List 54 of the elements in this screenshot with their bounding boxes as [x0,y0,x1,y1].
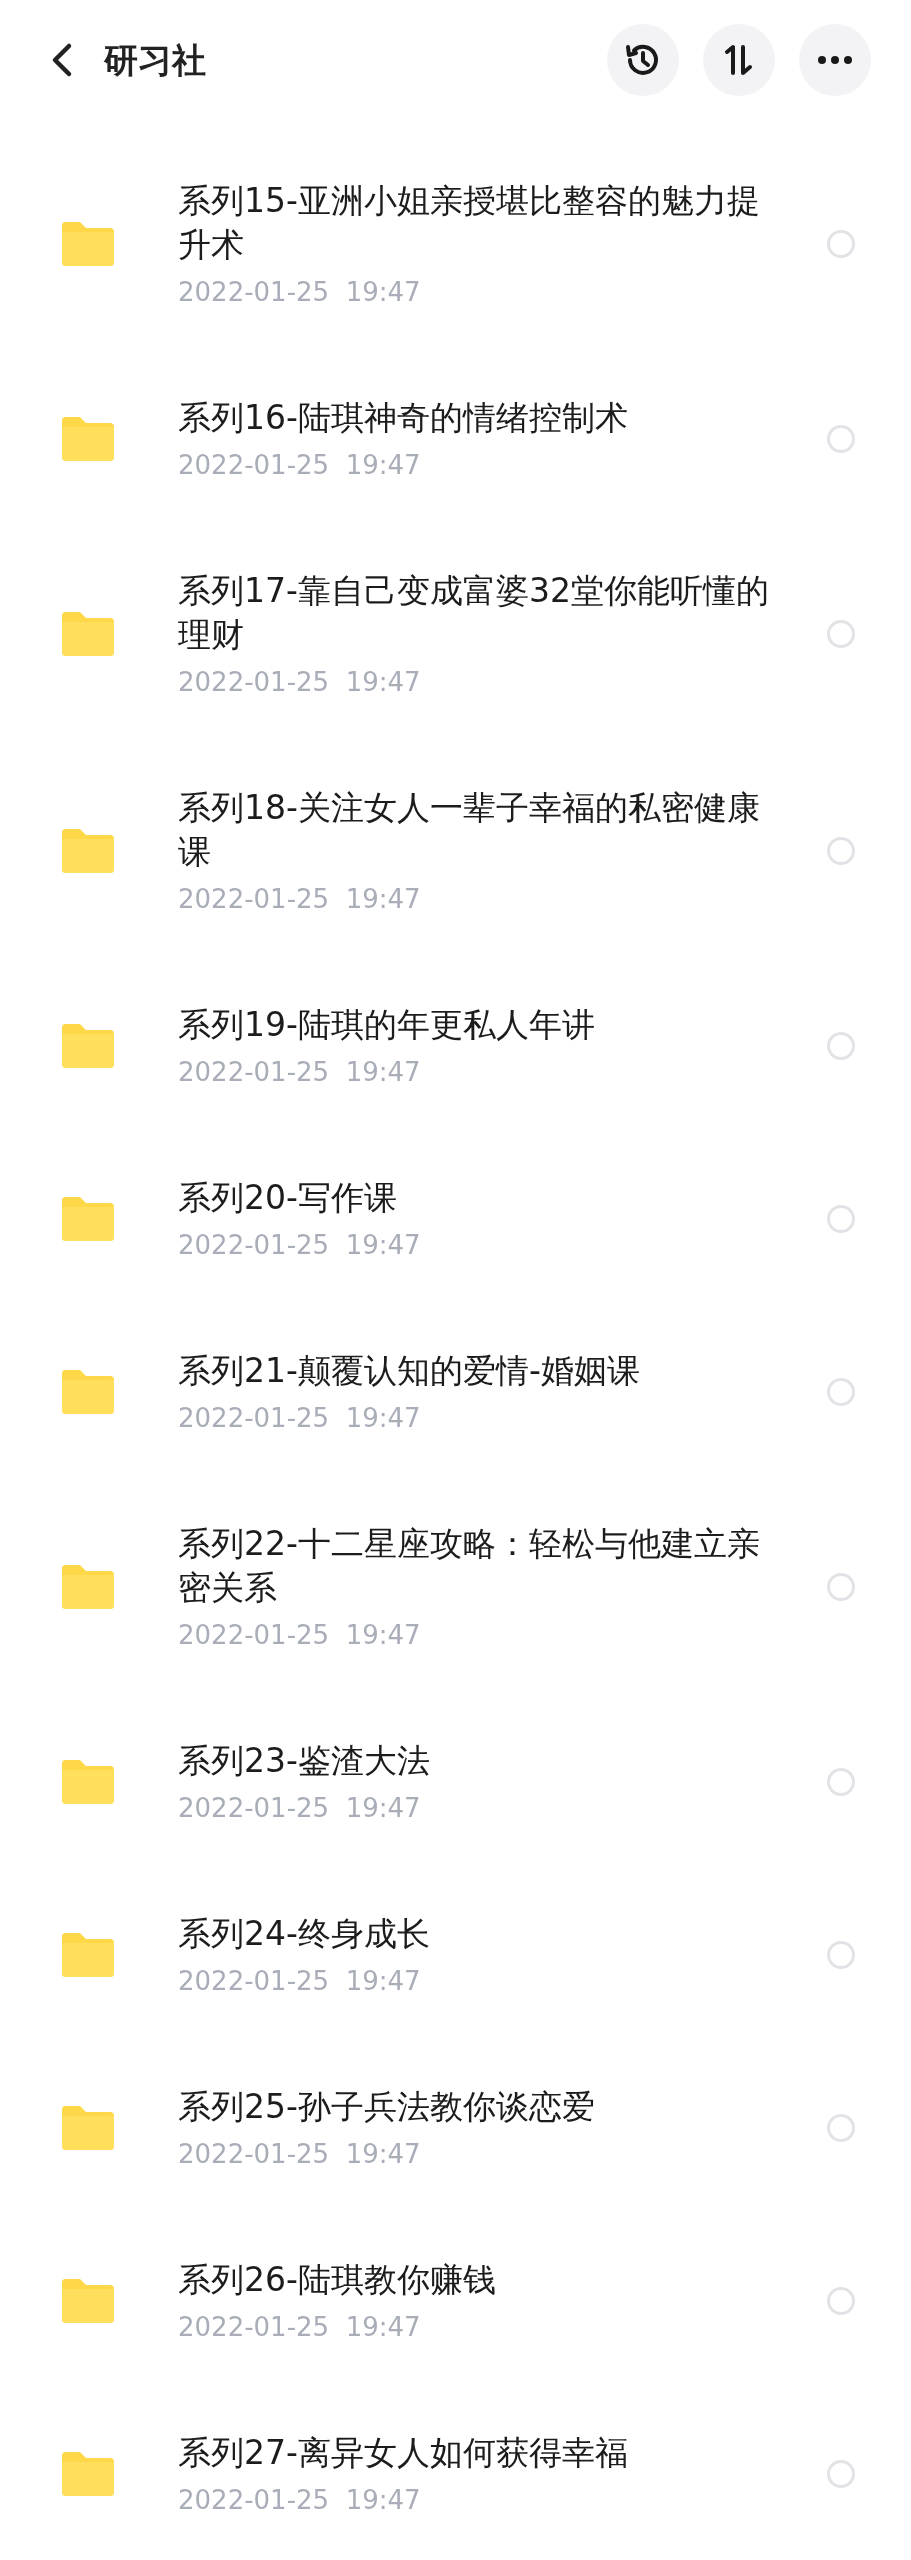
folder-icon [60,1758,116,1806]
file-name[interactable]: 系列24-终身成长 [178,1912,778,1956]
folder-icon [60,610,116,658]
file-date: 2022-01-25 19:47 [178,2484,422,2517]
folder-icon [60,1195,116,1243]
folder-icon [60,1931,116,1979]
file-name[interactable]: 系列15-亚洲小姐亲授堪比整容的魅力提升术 [178,179,778,267]
select-radio[interactable] [827,1573,855,1601]
select-radio[interactable] [827,1032,855,1060]
more-icon [815,55,855,65]
folder-icon [60,1563,116,1611]
select-radio[interactable] [827,620,855,648]
select-radio[interactable] [827,1768,855,1796]
select-radio[interactable] [827,1205,855,1233]
select-radio[interactable] [827,425,855,453]
file-name[interactable]: 系列19-陆琪的年更私人年讲 [178,1003,778,1047]
file-name[interactable]: 系列22-十二星座攻略：轻松与他建立亲密关系 [178,1522,778,1610]
folder-icon [60,2104,116,2152]
file-name[interactable]: 系列27-离异女人如何获得幸福 [178,2431,778,2475]
select-radio[interactable] [827,2114,855,2142]
select-radio[interactable] [827,1941,855,1969]
folder-icon [60,220,116,268]
folder-icon [60,415,116,463]
folder-icon [60,2277,116,2325]
file-date: 2022-01-25 19:47 [178,449,422,482]
file-date: 2022-01-25 19:47 [178,2138,422,2171]
select-radio[interactable] [827,1378,855,1406]
select-radio[interactable] [827,2460,855,2488]
file-date: 2022-01-25 19:47 [178,1402,422,1435]
file-date: 2022-01-25 19:47 [178,1619,422,1652]
page-title: 研习社 [104,38,206,82]
file-name[interactable]: 系列18-关注女人一辈子幸福的私密健康课 [178,786,778,874]
select-radio[interactable] [827,2287,855,2315]
file-name[interactable]: 系列21-颠覆认知的爱情-婚姻课 [178,1349,778,1393]
file-name[interactable]: 系列20-写作课 [178,1176,778,1220]
file-name[interactable]: 系列23-鉴渣大法 [178,1739,778,1783]
file-date: 2022-01-25 19:47 [178,1965,422,1998]
file-date: 2022-01-25 19:47 [178,1056,422,1089]
file-date: 2022-01-25 19:47 [178,1792,422,1825]
select-radio[interactable] [827,837,855,865]
file-name[interactable]: 系列25-孙子兵法教你谈恋爱 [178,2085,778,2129]
file-date: 2022-01-25 19:47 [178,276,422,309]
file-name[interactable]: 系列26-陆琪教你赚钱 [178,2258,778,2302]
file-name[interactable]: 系列17-靠自己变成富婆32堂你能听懂的理财 [178,569,778,657]
folder-icon [60,1368,116,1416]
file-date: 2022-01-25 19:47 [178,883,422,916]
folder-icon [60,827,116,875]
file-name[interactable]: 系列16-陆琪神奇的情绪控制术 [178,396,778,440]
folder-icon [60,1022,116,1070]
file-date: 2022-01-25 19:47 [178,2311,422,2344]
select-radio[interactable] [827,230,855,258]
file-date: 2022-01-25 19:47 [178,1229,422,1262]
file-date: 2022-01-25 19:47 [178,666,422,699]
folder-icon [60,2450,116,2498]
